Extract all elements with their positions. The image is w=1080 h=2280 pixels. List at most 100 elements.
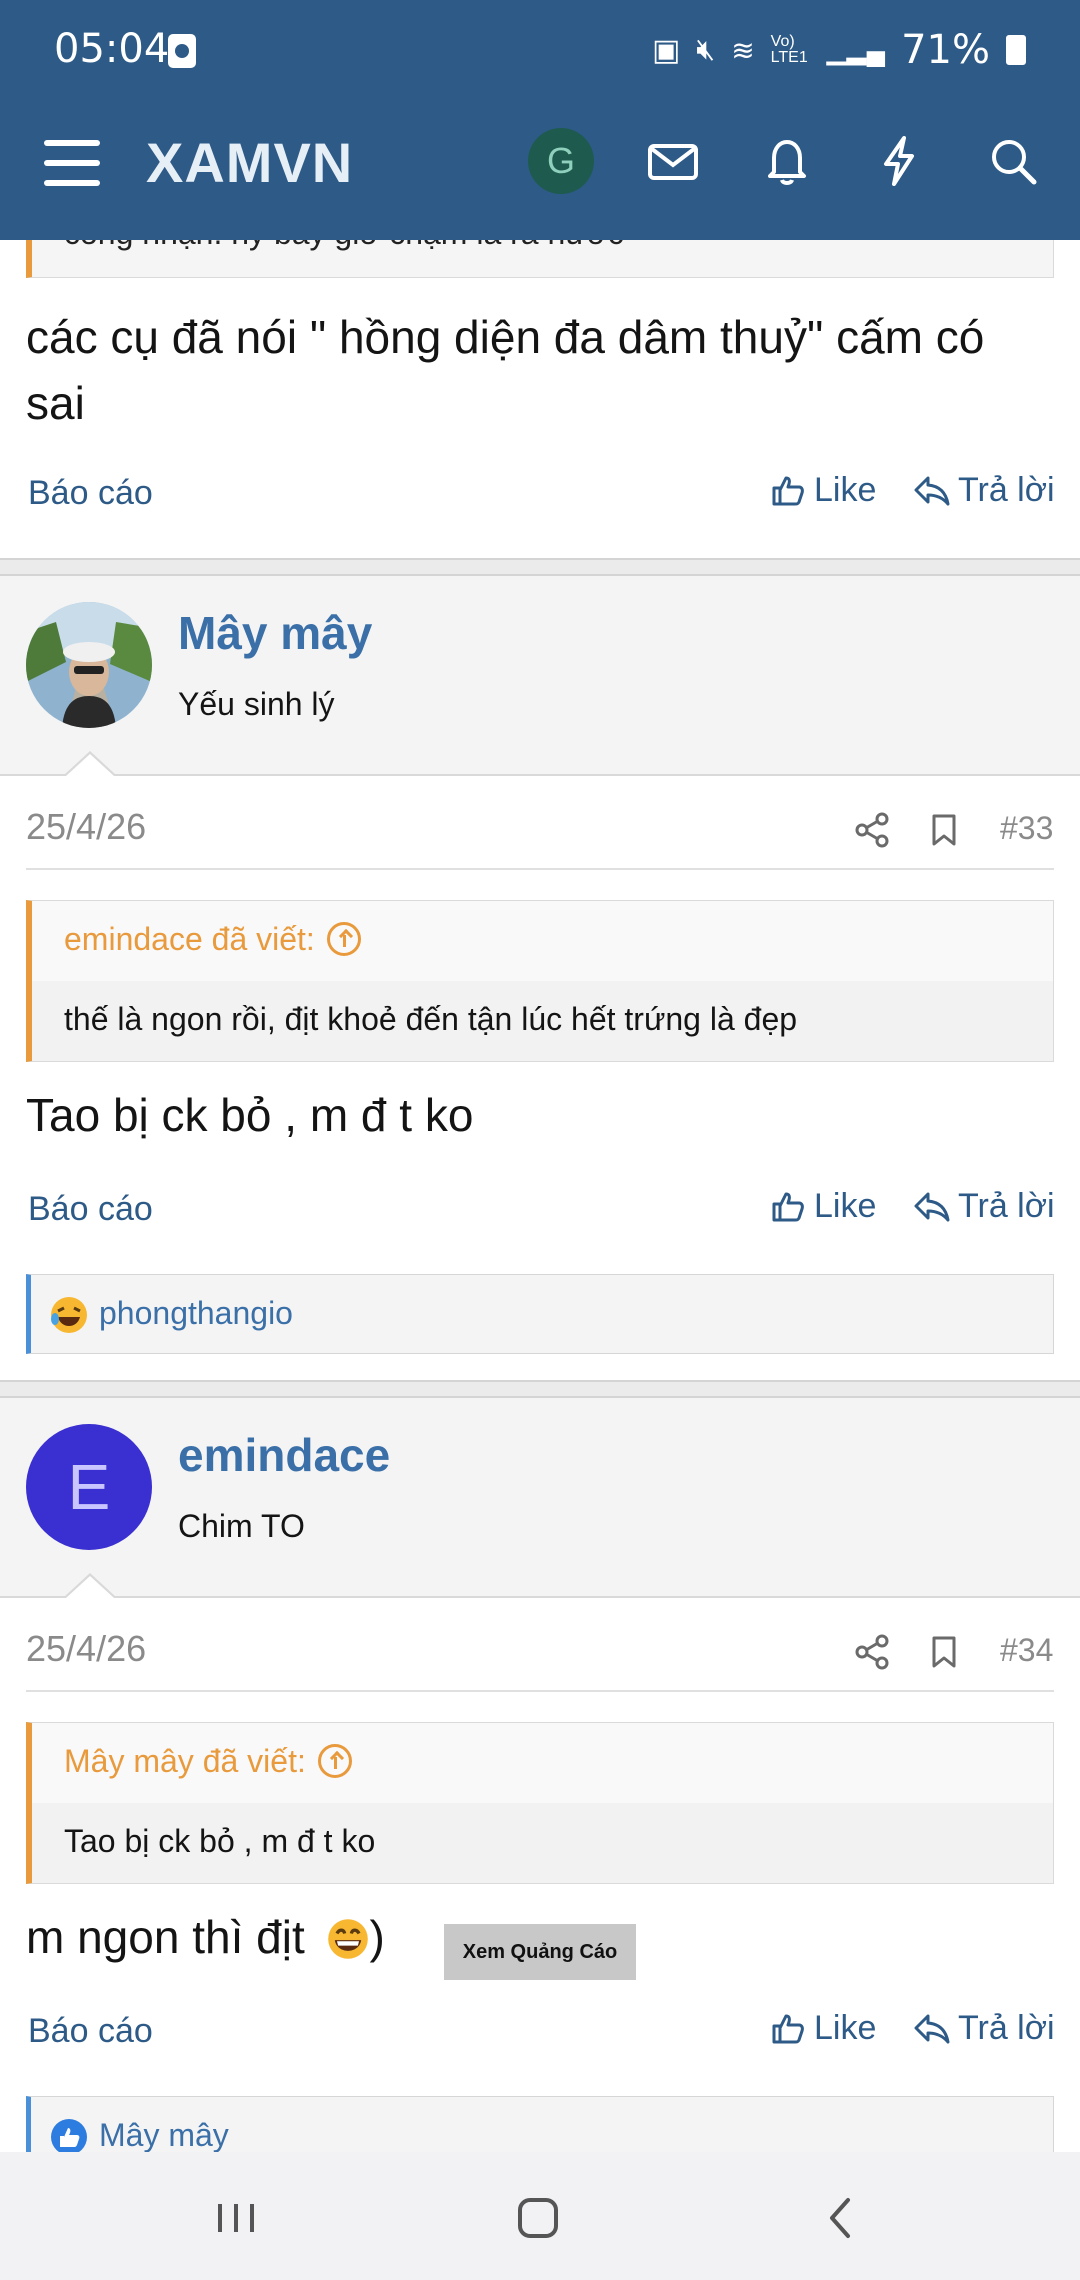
post-separator (0, 1380, 1080, 1398)
notification-app-icon (168, 34, 196, 68)
caret (66, 1576, 114, 1598)
report-link[interactable]: Báo cáo (28, 1190, 153, 1229)
reply-icon (914, 1192, 950, 1222)
wifi-icon: ≋ (731, 34, 755, 66)
signal-icon: ▁▂▄ (826, 34, 886, 65)
bookmark-icon[interactable] (924, 810, 964, 850)
divider (26, 1690, 1054, 1692)
search-icon[interactable] (980, 128, 1046, 194)
post-separator (0, 558, 1080, 576)
post-actions: Báo cáo Like Trả lời (0, 2004, 1080, 2064)
user-name[interactable]: Mây mây (178, 606, 372, 660)
reply-icon (914, 476, 950, 506)
quote-block: công nhận. hy bây giờ chạm là ra nước (26, 240, 1054, 278)
system-nav-bar (0, 2152, 1080, 2280)
reply-button[interactable]: Trả lời (912, 1186, 1055, 1226)
reply-button[interactable]: Trả lời (912, 470, 1055, 510)
quote-text: thế là ngon rồi, địt khoẻ đến tận lúc hế… (64, 1001, 798, 1037)
post-meta: 25/4/26 #33 (0, 792, 1080, 872)
like-label: Like (814, 2008, 877, 2047)
status-icons: ▣ 🔇︎ ≋ Vo) LTE1 ▁▂▄ 71% (652, 26, 1080, 74)
quote-block: Mây mây đã viết: Tao bị ck bỏ , m đ t ko (26, 1722, 1054, 1884)
reply-label: Trả lời (958, 470, 1055, 509)
mute-icon: 🔇︎ (696, 33, 716, 66)
reply-icon (914, 2014, 950, 2044)
arrow-up-icon[interactable] (317, 1743, 352, 1778)
message-text: m ngon thì địt (26, 1911, 305, 1963)
post-message: m ngon thì địt ) (26, 1904, 385, 1970)
like-icon (772, 1192, 804, 1222)
post-date[interactable]: 25/4/26 (26, 1628, 146, 1670)
status-bar: 05:04 ▣ 🔇︎ ≋ Vo) LTE1 ▁▂▄ 71% (0, 0, 1080, 100)
quote-body: thế là ngon rồi, địt khoẻ đến tận lúc hế… (32, 981, 1053, 1061)
caret (66, 754, 114, 776)
user-title: Yếu sinh lý (178, 686, 335, 722)
quote-body: Tao bị ck bỏ , m đ t ko (32, 1803, 1053, 1883)
post-message: Tao bị ck bỏ , m đ t ko (26, 1089, 474, 1141)
reactions-bar[interactable]: phongthangio (26, 1274, 1054, 1354)
reaction-user[interactable]: phongthangio (99, 1295, 293, 1332)
like-button[interactable]: Like (768, 2008, 876, 2048)
laugh-reaction-icon (51, 1297, 87, 1333)
report-link[interactable]: Báo cáo (28, 2012, 153, 2051)
user-avatar[interactable] (26, 602, 152, 728)
menu-icon[interactable] (44, 140, 100, 186)
bookmark-icon[interactable] (924, 1632, 964, 1672)
site-logo[interactable]: XAMVN (146, 130, 353, 195)
user-name[interactable]: emindace (178, 1428, 390, 1482)
like-reaction-icon (51, 2119, 87, 2152)
report-link[interactable]: Báo cáo (28, 474, 153, 513)
quote-author[interactable]: Mây mây đã viết: (64, 1743, 352, 1781)
status-time: 05:04 (54, 26, 170, 72)
reply-button[interactable]: Trả lời (912, 2008, 1055, 2048)
quote-header[interactable]: Mây mây đã viết: (32, 1723, 1053, 1803)
quote-header[interactable]: emindace đã viết: (32, 901, 1053, 981)
arrow-up-icon[interactable] (326, 921, 361, 956)
view-ad-button[interactable]: Xem Quảng Cáo (444, 1924, 636, 1980)
post-author-block: Mây mây Yếu sinh lý (0, 576, 1080, 776)
like-button[interactable]: Like (768, 470, 876, 510)
quote-block: emindace đã viết: thế là ngon rồi, địt k… (26, 900, 1054, 1062)
user-avatar[interactable]: E (26, 1424, 152, 1550)
recent-apps-icon[interactable] (206, 2188, 266, 2248)
battery-percent: 71% (901, 27, 990, 73)
lightning-icon[interactable] (866, 128, 932, 194)
back-icon[interactable] (812, 2188, 872, 2248)
reply-label: Trả lời (958, 1186, 1055, 1225)
post-meta: 25/4/26 #34 (0, 1614, 1080, 1694)
battery-saver-icon: ▣ (651, 33, 681, 67)
post-number[interactable]: #33 (1000, 810, 1053, 847)
post-number[interactable]: #34 (1000, 1632, 1053, 1669)
home-icon[interactable] (508, 2188, 568, 2248)
app-header: 05:04 ▣ 🔇︎ ≋ Vo) LTE1 ▁▂▄ 71% XAMVN G (0, 0, 1080, 240)
post-date[interactable]: 25/4/26 (26, 806, 146, 848)
user-title: Chim TO (178, 1508, 305, 1544)
like-label: Like (814, 1186, 877, 1225)
like-button[interactable]: Like (768, 1186, 876, 1226)
post-actions: Báo cáo Like Trả lời (0, 466, 1080, 526)
reactions-bar[interactable]: Mây mây (26, 2096, 1054, 2152)
like-icon (772, 476, 804, 506)
thread-content: công nhận. hy bây giờ chạm là ra nước cá… (0, 240, 1080, 2152)
quote-text: Tao bị ck bỏ , m đ t ko (64, 1823, 376, 1859)
like-label: Like (814, 470, 877, 509)
share-icon[interactable] (852, 810, 892, 850)
grin-emoji-icon (327, 1919, 368, 1959)
message-text-tail: ) (369, 1911, 385, 1963)
quote-author[interactable]: emindace đã viết: (64, 921, 361, 959)
battery-icon (1006, 35, 1026, 65)
post-message: các cụ đã nói " hồng diện đa dâm thuỷ" c… (26, 311, 985, 429)
share-icon[interactable] (852, 1632, 892, 1672)
reaction-user[interactable]: Mây mây (99, 2117, 229, 2152)
reply-label: Trả lời (958, 2008, 1055, 2047)
account-avatar[interactable]: G (528, 128, 594, 194)
navbar: XAMVN G (0, 100, 1080, 240)
like-icon (772, 2014, 804, 2044)
quote-text: công nhận. hy bây giờ chạm là ra nước (64, 240, 624, 252)
divider (26, 868, 1054, 870)
inbox-icon[interactable] (640, 128, 706, 194)
bell-icon[interactable] (754, 128, 820, 194)
lte-label: Vo) LTE1 (770, 33, 808, 66)
post-author-block: E emindace Chim TO (0, 1398, 1080, 1598)
post-actions: Báo cáo Like Trả lời (0, 1182, 1080, 1242)
